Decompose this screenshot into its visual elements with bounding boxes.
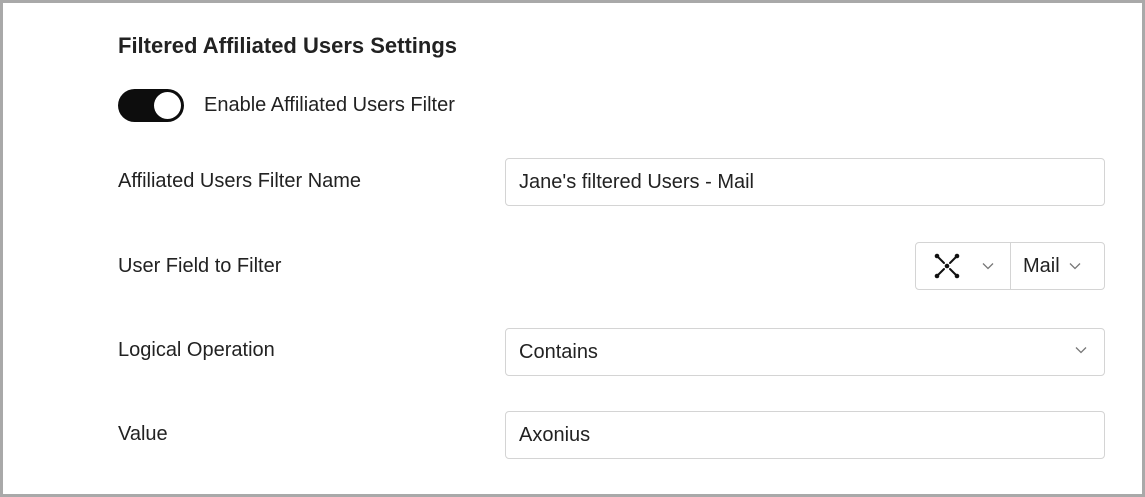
logical-operation-label: Logical Operation bbox=[118, 339, 275, 361]
value-label: Value bbox=[118, 423, 168, 445]
filter-name-label: Affiliated Users Filter Name bbox=[118, 170, 362, 192]
adapter-select[interactable] bbox=[916, 243, 1011, 289]
enable-filter-toggle[interactable] bbox=[118, 89, 184, 122]
logical-operation-select[interactable]: Contains bbox=[505, 328, 1105, 376]
value-value: Axonius bbox=[519, 423, 591, 446]
chevron-down-icon bbox=[1075, 347, 1087, 354]
logical-operation-value: Contains bbox=[519, 340, 598, 363]
chevron-down-icon bbox=[1069, 263, 1081, 270]
chevron-down-icon bbox=[982, 263, 994, 270]
value-input[interactable]: Axonius bbox=[505, 411, 1105, 459]
filter-name-value: Jane's filtered Users - Mail bbox=[519, 170, 754, 193]
user-field-value: Mail bbox=[1023, 254, 1060, 277]
user-field-label: User Field to Filter bbox=[118, 255, 282, 277]
settings-panel: Filtered Affiliated Users Settings Enabl… bbox=[0, 0, 1145, 497]
user-field-select[interactable]: Mail bbox=[1011, 243, 1104, 289]
user-field-select-group: Mail bbox=[915, 242, 1105, 290]
section-title: Filtered Affiliated Users Settings bbox=[118, 33, 458, 58]
enable-filter-row: Enable Affiliated Users Filter bbox=[118, 89, 455, 122]
enable-filter-label: Enable Affiliated Users Filter bbox=[204, 94, 455, 116]
toggle-knob bbox=[154, 92, 181, 119]
filter-name-input[interactable]: Jane's filtered Users - Mail bbox=[505, 158, 1105, 206]
all-adapters-icon bbox=[934, 253, 960, 279]
